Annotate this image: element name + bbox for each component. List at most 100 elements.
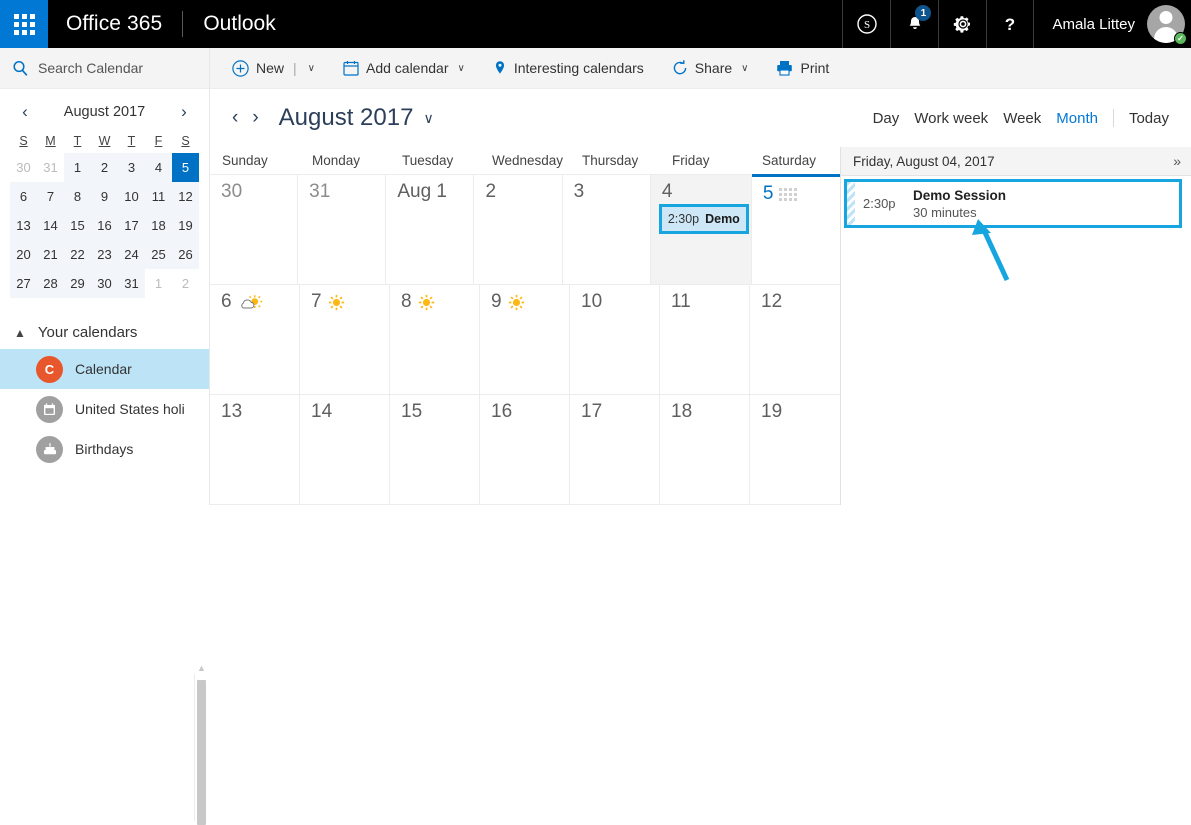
chevron-down-icon[interactable]: ∨: [308, 63, 315, 74]
month-dow-monday: Monday: [312, 153, 361, 168]
mini-calendar-day[interactable]: 21: [37, 240, 64, 269]
add-calendar-button[interactable]: Add calendar ∨: [343, 60, 465, 76]
interesting-calendars-button[interactable]: Interesting calendars: [493, 60, 644, 77]
agenda-item[interactable]: 2:30p Demo Session 30 minutes: [844, 179, 1182, 228]
mini-calendar-day[interactable]: 12: [172, 182, 199, 211]
skype-button[interactable]: S: [842, 0, 890, 48]
mini-calendar-day[interactable]: 1: [145, 269, 172, 298]
month-day-cell[interactable]: 31: [298, 175, 387, 284]
user-name-label[interactable]: Amala Littey: [1034, 0, 1147, 48]
month-day-cell[interactable]: 17: [570, 395, 660, 504]
mini-calendar-day[interactable]: 26: [172, 240, 199, 269]
mini-calendar-day[interactable]: 3: [118, 153, 145, 182]
month-day-cell[interactable]: 13: [210, 395, 300, 504]
chevron-double-right-icon[interactable]: »: [1173, 153, 1181, 169]
month-day-cell[interactable]: 14: [300, 395, 390, 504]
month-day-cell[interactable]: 10: [570, 285, 660, 394]
office-brand-label[interactable]: Office 365: [48, 0, 182, 48]
calendar-prev-button[interactable]: ‹: [232, 107, 238, 129]
mini-calendar-day[interactable]: 15: [64, 211, 91, 240]
mini-calendar-day[interactable]: 31: [37, 153, 64, 182]
mini-calendar-day[interactable]: 6: [10, 182, 37, 211]
mini-calendar-day[interactable]: 30: [91, 269, 118, 298]
view-month-button[interactable]: Month: [1056, 110, 1098, 127]
chevron-down-icon[interactable]: ∨: [423, 110, 433, 127]
mini-calendar-day[interactable]: 13: [10, 211, 37, 240]
month-day-cell[interactable]: 7: [300, 285, 390, 394]
settings-button[interactable]: [938, 0, 986, 48]
print-button[interactable]: Print: [776, 60, 829, 76]
calendar-period-title[interactable]: August 2017 ∨: [279, 104, 434, 132]
sidebar-scrollbar-thumb[interactable]: [197, 680, 206, 825]
month-day-cell[interactable]: 9: [480, 285, 570, 394]
left-sidebar: ‹ August 2017 › SMTWTFS 3031123456789101…: [0, 48, 210, 825]
view-week-button[interactable]: Week: [1003, 110, 1041, 127]
mini-calendar-day[interactable]: 2: [91, 153, 118, 182]
month-day-cell[interactable]: 18: [660, 395, 750, 504]
mini-calendar-day[interactable]: 17: [118, 211, 145, 240]
month-day-cell[interactable]: Aug 1: [386, 175, 475, 284]
app-launcher-button[interactable]: [0, 0, 48, 48]
help-button[interactable]: ?: [986, 0, 1035, 48]
calendar-event[interactable]: 2:30p Demo: [658, 204, 749, 234]
notifications-button[interactable]: 1: [890, 0, 938, 48]
month-day-cell[interactable]: 16: [480, 395, 570, 504]
share-button[interactable]: Share ∨: [672, 60, 748, 76]
day-number: 31: [309, 181, 380, 203]
mini-calendar-day[interactable]: 23: [91, 240, 118, 269]
month-day-cell[interactable]: 19: [750, 395, 840, 504]
mini-calendar-day[interactable]: 10: [118, 182, 145, 211]
month-day-cell[interactable]: 6: [210, 285, 300, 394]
month-day-cell[interactable]: 15: [390, 395, 480, 504]
mini-calendar-day[interactable]: 22: [64, 240, 91, 269]
month-day-cell[interactable]: 30: [210, 175, 299, 284]
mini-calendar-prev-button[interactable]: ‹: [16, 102, 34, 122]
mini-calendar-day[interactable]: 16: [91, 211, 118, 240]
view-day-button[interactable]: Day: [873, 110, 900, 127]
mini-calendar-next-button[interactable]: ›: [175, 102, 193, 122]
avatar-button[interactable]: ✓: [1147, 0, 1191, 48]
month-day-cell[interactable]: 12: [750, 285, 840, 394]
month-day-cell[interactable]: 8: [390, 285, 480, 394]
chevron-down-icon[interactable]: ∨: [458, 63, 465, 74]
mini-calendar-day[interactable]: 14: [37, 211, 64, 240]
app-name-label[interactable]: Outlook: [183, 0, 295, 48]
mini-calendar-day[interactable]: 9: [91, 182, 118, 211]
calendar-list-item[interactable]: Birthdays: [0, 429, 209, 469]
mini-calendar-day[interactable]: 2: [172, 269, 199, 298]
today-button[interactable]: Today: [1129, 110, 1169, 127]
mini-calendar-day[interactable]: 4: [145, 153, 172, 182]
mini-calendar-day[interactable]: 27: [10, 269, 37, 298]
mini-calendar-title[interactable]: August 2017: [64, 104, 145, 120]
month-day-cell[interactable]: 5: [751, 174, 840, 284]
month-day-cell[interactable]: 4 2:30p Demo: [650, 175, 752, 284]
sidebar-scrollbar-track[interactable]: ▲: [194, 664, 209, 825]
mini-calendar-day[interactable]: 30: [10, 153, 37, 182]
search-calendar-box[interactable]: [0, 48, 209, 89]
scroll-up-arrow-icon[interactable]: ▲: [197, 664, 206, 673]
mini-calendar-day[interactable]: 20: [10, 240, 37, 269]
calendar-list-item[interactable]: United States holi: [0, 389, 209, 429]
mini-calendar-day[interactable]: 29: [64, 269, 91, 298]
mini-calendar-day[interactable]: 25: [145, 240, 172, 269]
mini-calendar-day[interactable]: 28: [37, 269, 64, 298]
mini-calendar-day[interactable]: 5: [172, 153, 199, 182]
view-work-week-button[interactable]: Work week: [914, 110, 988, 127]
mini-calendar-day[interactable]: 7: [37, 182, 64, 211]
calendar-next-button[interactable]: ›: [252, 107, 258, 129]
mini-calendar-day[interactable]: 1: [64, 153, 91, 182]
month-day-cell[interactable]: 3: [563, 175, 651, 284]
mini-calendar-day[interactable]: 31: [118, 269, 145, 298]
new-button[interactable]: New | ∨: [232, 59, 315, 77]
calendar-list-item[interactable]: C Calendar: [0, 349, 209, 389]
search-input[interactable]: [38, 60, 183, 76]
mini-calendar-day[interactable]: 8: [64, 182, 91, 211]
your-calendars-header[interactable]: ▲ Your calendars: [0, 316, 209, 349]
month-day-cell[interactable]: 11: [660, 285, 750, 394]
mini-calendar-day[interactable]: 24: [118, 240, 145, 269]
mini-calendar-day[interactable]: 18: [145, 211, 172, 240]
mini-calendar-day[interactable]: 11: [145, 182, 172, 211]
chevron-down-icon[interactable]: ∨: [741, 63, 748, 74]
month-day-cell[interactable]: 2: [474, 175, 563, 284]
mini-calendar-day[interactable]: 19: [172, 211, 199, 240]
